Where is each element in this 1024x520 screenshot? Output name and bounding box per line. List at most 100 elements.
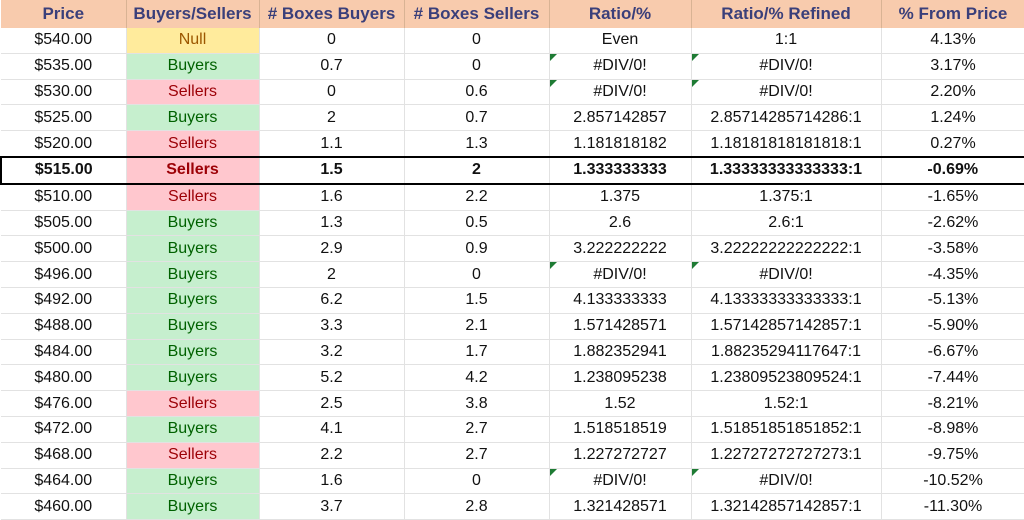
price-cell[interactable]: $505.00 — [1, 210, 127, 237]
header-from-price[interactable]: % From Price — [881, 0, 1024, 28]
header-boxes-buyers[interactable]: # Boxes Buyers — [259, 0, 405, 28]
ratio-cell[interactable]: #DIV/0! — [549, 261, 692, 288]
ratio-cell[interactable]: 1.52 — [549, 390, 692, 417]
boxes-buyers-cell[interactable]: 3.2 — [259, 339, 405, 366]
ratio-cell[interactable]: 1.571428571 — [549, 313, 692, 340]
boxes-sellers-cell[interactable]: 0 — [404, 53, 550, 80]
boxes-buyers-cell[interactable]: 1.3 — [259, 210, 405, 237]
buyers-sellers-cell[interactable]: Buyers — [126, 287, 260, 314]
price-cell[interactable]: $500.00 — [1, 235, 127, 263]
buyers-sellers-cell[interactable]: Buyers — [126, 493, 260, 520]
boxes-sellers-cell[interactable]: 0.9 — [404, 235, 550, 263]
price-cell[interactable]: $484.00 — [1, 339, 127, 366]
price-cell[interactable]: $492.00 — [1, 287, 127, 314]
boxes-sellers-cell[interactable]: 2.7 — [404, 442, 550, 469]
ratio-refined-cell[interactable]: #DIV/0! — [691, 53, 882, 80]
ratio-refined-cell[interactable]: 1.22727272727273:1 — [691, 442, 882, 469]
ratio-refined-cell[interactable]: 2.85714285714286:1 — [691, 104, 882, 132]
from-price-cell[interactable]: -10.52% — [881, 468, 1024, 495]
ratio-refined-cell[interactable]: 1.375:1 — [691, 183, 882, 211]
boxes-sellers-cell[interactable]: 1.5 — [404, 287, 550, 314]
price-cell[interactable]: $480.00 — [1, 364, 127, 392]
from-price-cell[interactable]: -0.69% — [881, 155, 1024, 185]
boxes-buyers-cell[interactable]: 3.7 — [259, 493, 405, 520]
price-cell[interactable]: $515.00 — [0, 155, 127, 185]
boxes-sellers-cell[interactable]: 0 — [404, 28, 550, 54]
from-price-cell[interactable]: -4.35% — [881, 261, 1024, 288]
price-cell[interactable]: $460.00 — [1, 493, 127, 520]
price-cell[interactable]: $468.00 — [1, 442, 127, 469]
ratio-refined-cell[interactable]: 1.33333333333333:1 — [691, 155, 882, 185]
boxes-buyers-cell[interactable]: 1.6 — [259, 468, 405, 495]
buyers-sellers-cell[interactable]: Buyers — [126, 53, 260, 80]
ratio-refined-cell[interactable]: #DIV/0! — [691, 79, 882, 106]
buyers-sellers-cell[interactable]: Buyers — [126, 339, 260, 366]
price-cell[interactable]: $472.00 — [1, 416, 127, 443]
boxes-buyers-cell[interactable]: 0.7 — [259, 53, 405, 80]
buyers-sellers-cell[interactable]: Sellers — [126, 442, 260, 469]
from-price-cell[interactable]: -2.62% — [881, 210, 1024, 237]
from-price-cell[interactable]: 3.17% — [881, 53, 1024, 80]
buyers-sellers-cell[interactable]: Buyers — [126, 416, 260, 443]
ratio-cell[interactable]: 1.333333333 — [549, 155, 692, 185]
buyers-sellers-cell[interactable]: Sellers — [126, 183, 260, 211]
ratio-cell[interactable]: 2.6 — [549, 210, 692, 237]
price-cell[interactable]: $464.00 — [1, 468, 127, 495]
ratio-cell[interactable]: 1.227272727 — [549, 442, 692, 469]
boxes-buyers-cell[interactable]: 3.3 — [259, 313, 405, 340]
buyers-sellers-cell[interactable]: Buyers — [126, 468, 260, 495]
ratio-refined-cell[interactable]: 1.18181818181818:1 — [691, 130, 882, 158]
ratio-refined-cell[interactable]: 1.52:1 — [691, 390, 882, 417]
from-price-cell[interactable]: 1.24% — [881, 104, 1024, 132]
price-cell[interactable]: $525.00 — [1, 104, 127, 132]
header-price[interactable]: Price — [1, 0, 127, 28]
ratio-refined-cell[interactable]: #DIV/0! — [691, 468, 882, 495]
boxes-buyers-cell[interactable]: 2 — [259, 261, 405, 288]
ratio-refined-cell[interactable]: 1:1 — [691, 28, 882, 54]
from-price-cell[interactable]: -5.13% — [881, 287, 1024, 314]
ratio-refined-cell[interactable]: 4.13333333333333:1 — [691, 287, 882, 314]
boxes-buyers-cell[interactable]: 0 — [259, 79, 405, 106]
ratio-cell[interactable]: 3.222222222 — [549, 235, 692, 263]
from-price-cell[interactable]: -11.30% — [881, 493, 1024, 520]
buyers-sellers-cell[interactable]: Buyers — [126, 364, 260, 392]
from-price-cell[interactable]: -5.90% — [881, 313, 1024, 340]
boxes-sellers-cell[interactable]: 0.7 — [404, 104, 550, 132]
boxes-sellers-cell[interactable]: 2 — [404, 155, 550, 185]
boxes-buyers-cell[interactable]: 2.5 — [259, 390, 405, 417]
boxes-sellers-cell[interactable]: 4.2 — [404, 364, 550, 392]
header-buyers-sellers[interactable]: Buyers/Sellers — [126, 0, 260, 28]
price-cell[interactable]: $488.00 — [1, 313, 127, 340]
from-price-cell[interactable]: -9.75% — [881, 442, 1024, 469]
price-cell[interactable]: $535.00 — [1, 53, 127, 80]
from-price-cell[interactable]: -7.44% — [881, 364, 1024, 392]
boxes-sellers-cell[interactable]: 0 — [404, 468, 550, 495]
ratio-cell[interactable]: 1.882352941 — [549, 339, 692, 366]
buyers-sellers-cell[interactable]: Buyers — [126, 313, 260, 340]
boxes-sellers-cell[interactable]: 1.7 — [404, 339, 550, 366]
header-boxes-sellers[interactable]: # Boxes Sellers — [404, 0, 550, 28]
ratio-cell[interactable]: #DIV/0! — [549, 468, 692, 495]
boxes-buyers-cell[interactable]: 5.2 — [259, 364, 405, 392]
from-price-cell[interactable]: -6.67% — [881, 339, 1024, 366]
from-price-cell[interactable]: -1.65% — [881, 183, 1024, 211]
ratio-cell[interactable]: 4.133333333 — [549, 287, 692, 314]
header-ratio[interactable]: Ratio/% — [549, 0, 692, 28]
from-price-cell[interactable]: 4.13% — [881, 28, 1024, 54]
buyers-sellers-cell[interactable]: Buyers — [126, 104, 260, 132]
boxes-sellers-cell[interactable]: 0 — [404, 261, 550, 288]
buyers-sellers-cell[interactable]: Sellers — [126, 79, 260, 106]
ratio-cell[interactable]: 1.238095238 — [549, 364, 692, 392]
from-price-cell[interactable]: -3.58% — [881, 235, 1024, 263]
boxes-sellers-cell[interactable]: 3.8 — [404, 390, 550, 417]
boxes-sellers-cell[interactable]: 2.2 — [404, 183, 550, 211]
ratio-refined-cell[interactable]: 3.22222222222222:1 — [691, 235, 882, 263]
from-price-cell[interactable]: 0.27% — [881, 130, 1024, 158]
price-cell[interactable]: $520.00 — [1, 130, 127, 158]
boxes-buyers-cell[interactable]: 0 — [259, 28, 405, 54]
boxes-buyers-cell[interactable]: 1.6 — [259, 183, 405, 211]
price-cell[interactable]: $540.00 — [1, 28, 127, 54]
boxes-buyers-cell[interactable]: 1.1 — [259, 130, 405, 158]
price-cell[interactable]: $510.00 — [1, 183, 127, 211]
ratio-cell[interactable]: Even — [549, 28, 692, 54]
